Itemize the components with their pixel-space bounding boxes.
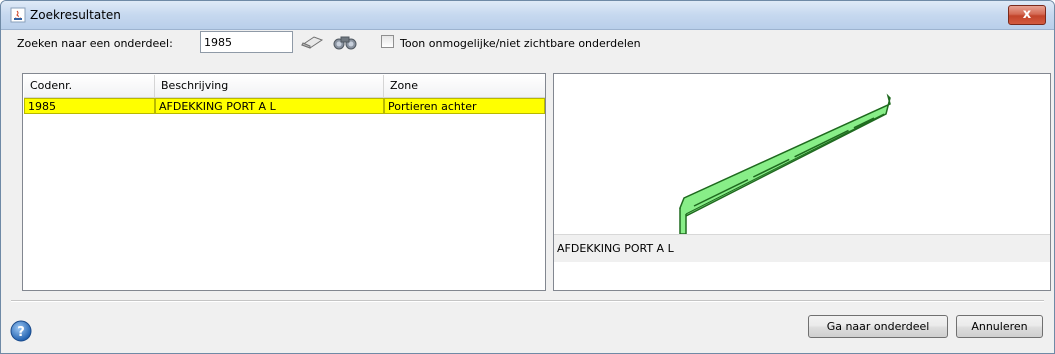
- cancel-button[interactable]: Annuleren: [956, 315, 1043, 338]
- cell-zone: Portieren achter: [384, 98, 545, 114]
- binoculars-icon[interactable]: [332, 32, 358, 52]
- column-header-description[interactable]: Beschrijving: [155, 75, 384, 97]
- close-button[interactable]: x: [1008, 5, 1046, 25]
- part-preview-image: [679, 93, 891, 234]
- table-row[interactable]: 1985 AFDEKKING PORT A L Portieren achter: [24, 98, 545, 114]
- show-hidden-checkbox[interactable]: [381, 35, 394, 48]
- column-header-code[interactable]: Codenr.: [24, 75, 155, 97]
- cell-code: 1985: [24, 98, 155, 114]
- search-label: Zoeken naar een onderdeel:: [17, 37, 173, 50]
- results-table[interactable]: Codenr. Beschrijving Zone 1985 AFDEKKING…: [22, 73, 546, 291]
- show-hidden-label[interactable]: Toon onmogelijke/niet zichtbare onderdel…: [400, 37, 641, 50]
- window-title: Zoekresultaten: [30, 8, 121, 22]
- svg-text:?: ?: [17, 325, 25, 340]
- go-to-part-button[interactable]: Ga naar onderdeel: [808, 315, 948, 338]
- cell-description: AFDEKKING PORT A L: [155, 98, 384, 114]
- search-input[interactable]: [200, 31, 293, 53]
- search-results-dialog: Zoekresultaten x Zoeken naar een onderde…: [0, 0, 1055, 354]
- divider: [11, 300, 1044, 302]
- table-header: Codenr. Beschrijving Zone: [24, 75, 545, 98]
- part-preview-panel: AFDEKKING PORT A L: [553, 73, 1051, 291]
- title-bar[interactable]: Zoekresultaten x: [1, 1, 1054, 30]
- preview-caption: AFDEKKING PORT A L: [554, 234, 1050, 262]
- close-icon: x: [1022, 7, 1032, 22]
- java-app-icon: [10, 7, 26, 23]
- eraser-icon[interactable]: [299, 34, 325, 50]
- help-icon[interactable]: ?: [10, 320, 32, 342]
- column-header-zone[interactable]: Zone: [384, 75, 545, 97]
